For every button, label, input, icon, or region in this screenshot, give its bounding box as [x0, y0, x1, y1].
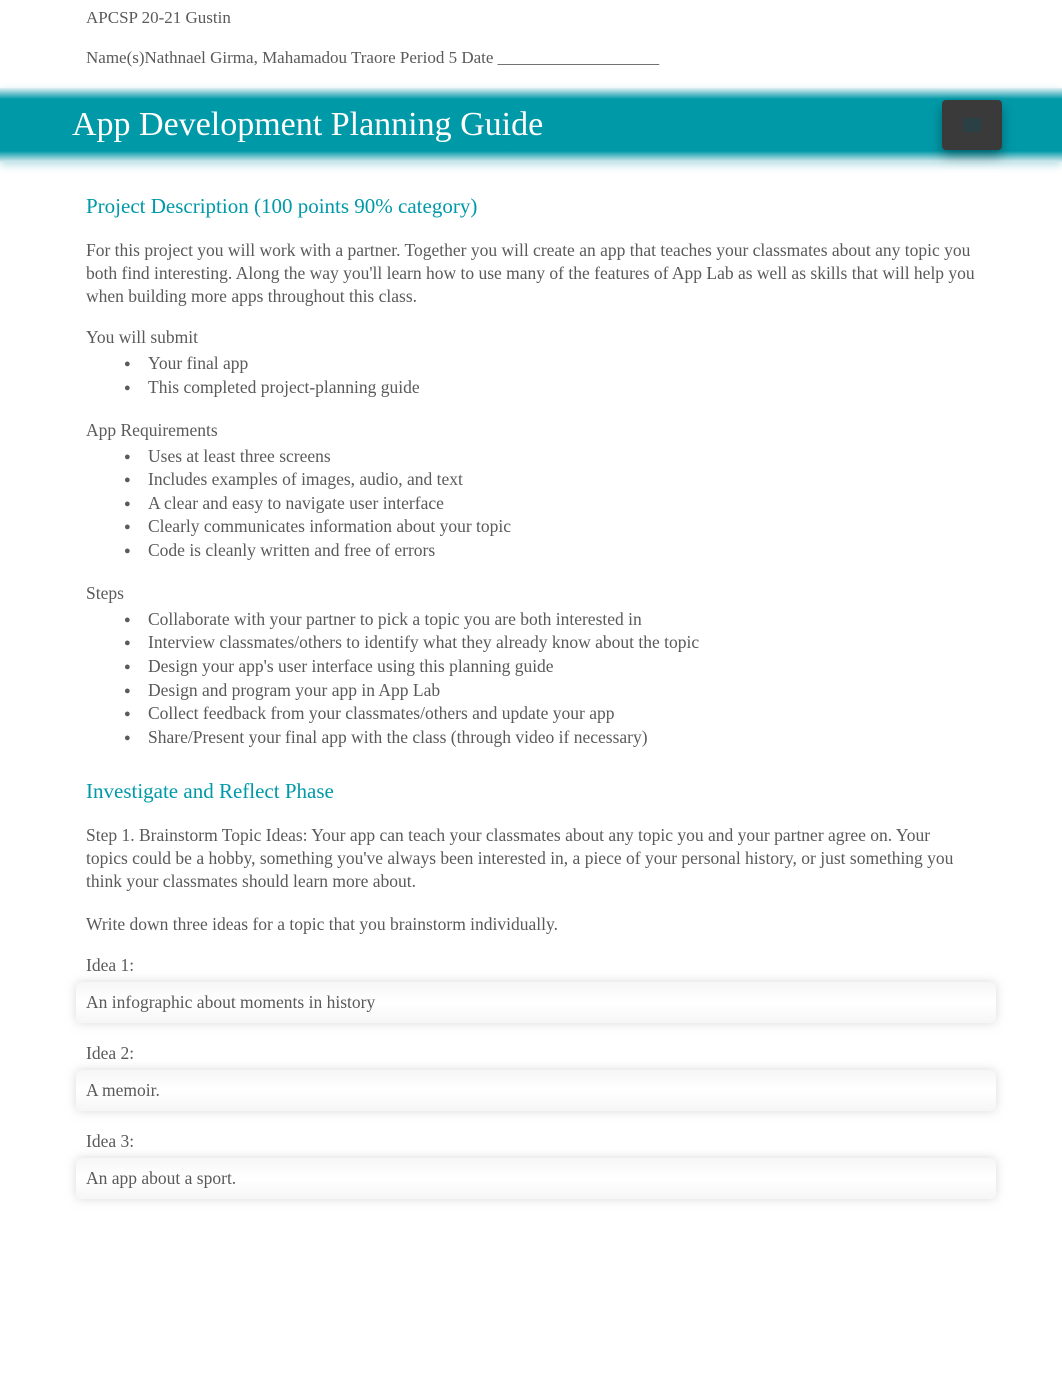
project-description-heading: Project Description (100 points 90% cate…: [86, 194, 976, 219]
list-item: A clear and easy to navigate user interf…: [124, 492, 976, 516]
list-item: Interview classmates/others to identify …: [124, 631, 976, 655]
list-item: Design your app's user interface using t…: [124, 655, 976, 679]
list-item: Includes examples of images, audio, and …: [124, 468, 976, 492]
idea2-text: A memoir.: [76, 1080, 160, 1100]
idea2-label: Idea 2:: [86, 1043, 976, 1064]
course-label: APCSP 20-21 Gustin: [86, 8, 1062, 28]
steps-label: Steps: [86, 583, 976, 604]
list-item: This completed project-planning guide: [124, 376, 976, 400]
idea3-box[interactable]: An app about a sport.: [76, 1158, 996, 1199]
requirements-label: App Requirements: [86, 420, 976, 441]
list-item: Design and program your app in App Lab: [124, 679, 976, 703]
list-item: Your final app: [124, 352, 976, 376]
list-item: Uses at least three screens: [124, 445, 976, 469]
idea1-text: An infographic about moments in history: [76, 992, 375, 1012]
document-title: App Development Planning Guide: [72, 106, 543, 143]
title-bar: App Development Planning Guide: [0, 88, 1062, 162]
brainstorm-instruction: Write down three ideas for a topic that …: [86, 913, 976, 936]
idea1-box[interactable]: An infographic about moments in history: [76, 982, 996, 1023]
idea3-text: An app about a sport.: [76, 1168, 236, 1188]
list-item: Collaborate with your partner to pick a …: [124, 608, 976, 632]
submit-list: Your final app This completed project-pl…: [86, 352, 976, 399]
list-item: Collect feedback from your classmates/ot…: [124, 702, 976, 726]
document-icon: [942, 100, 1002, 150]
steps-list: Collaborate with your partner to pick a …: [86, 608, 976, 750]
list-item: Share/Present your final app with the cl…: [124, 726, 976, 750]
idea3-label: Idea 3:: [86, 1131, 976, 1152]
name-period-date: Name(s)Nathnael Girma, Mahamadou Traore …: [86, 48, 1062, 68]
step1-text: Step 1. Brainstorm Topic Ideas: Your app…: [86, 824, 976, 892]
requirements-list: Uses at least three screens Includes exa…: [86, 445, 976, 563]
list-item: Code is cleanly written and free of erro…: [124, 539, 976, 563]
idea1-label: Idea 1:: [86, 955, 976, 976]
investigate-heading: Investigate and Reflect Phase: [86, 779, 976, 804]
submit-label: You will submit: [86, 327, 976, 348]
idea2-box[interactable]: A memoir.: [76, 1070, 996, 1111]
project-intro: For this project you will work with a pa…: [86, 239, 976, 307]
list-item: Clearly communicates information about y…: [124, 515, 976, 539]
